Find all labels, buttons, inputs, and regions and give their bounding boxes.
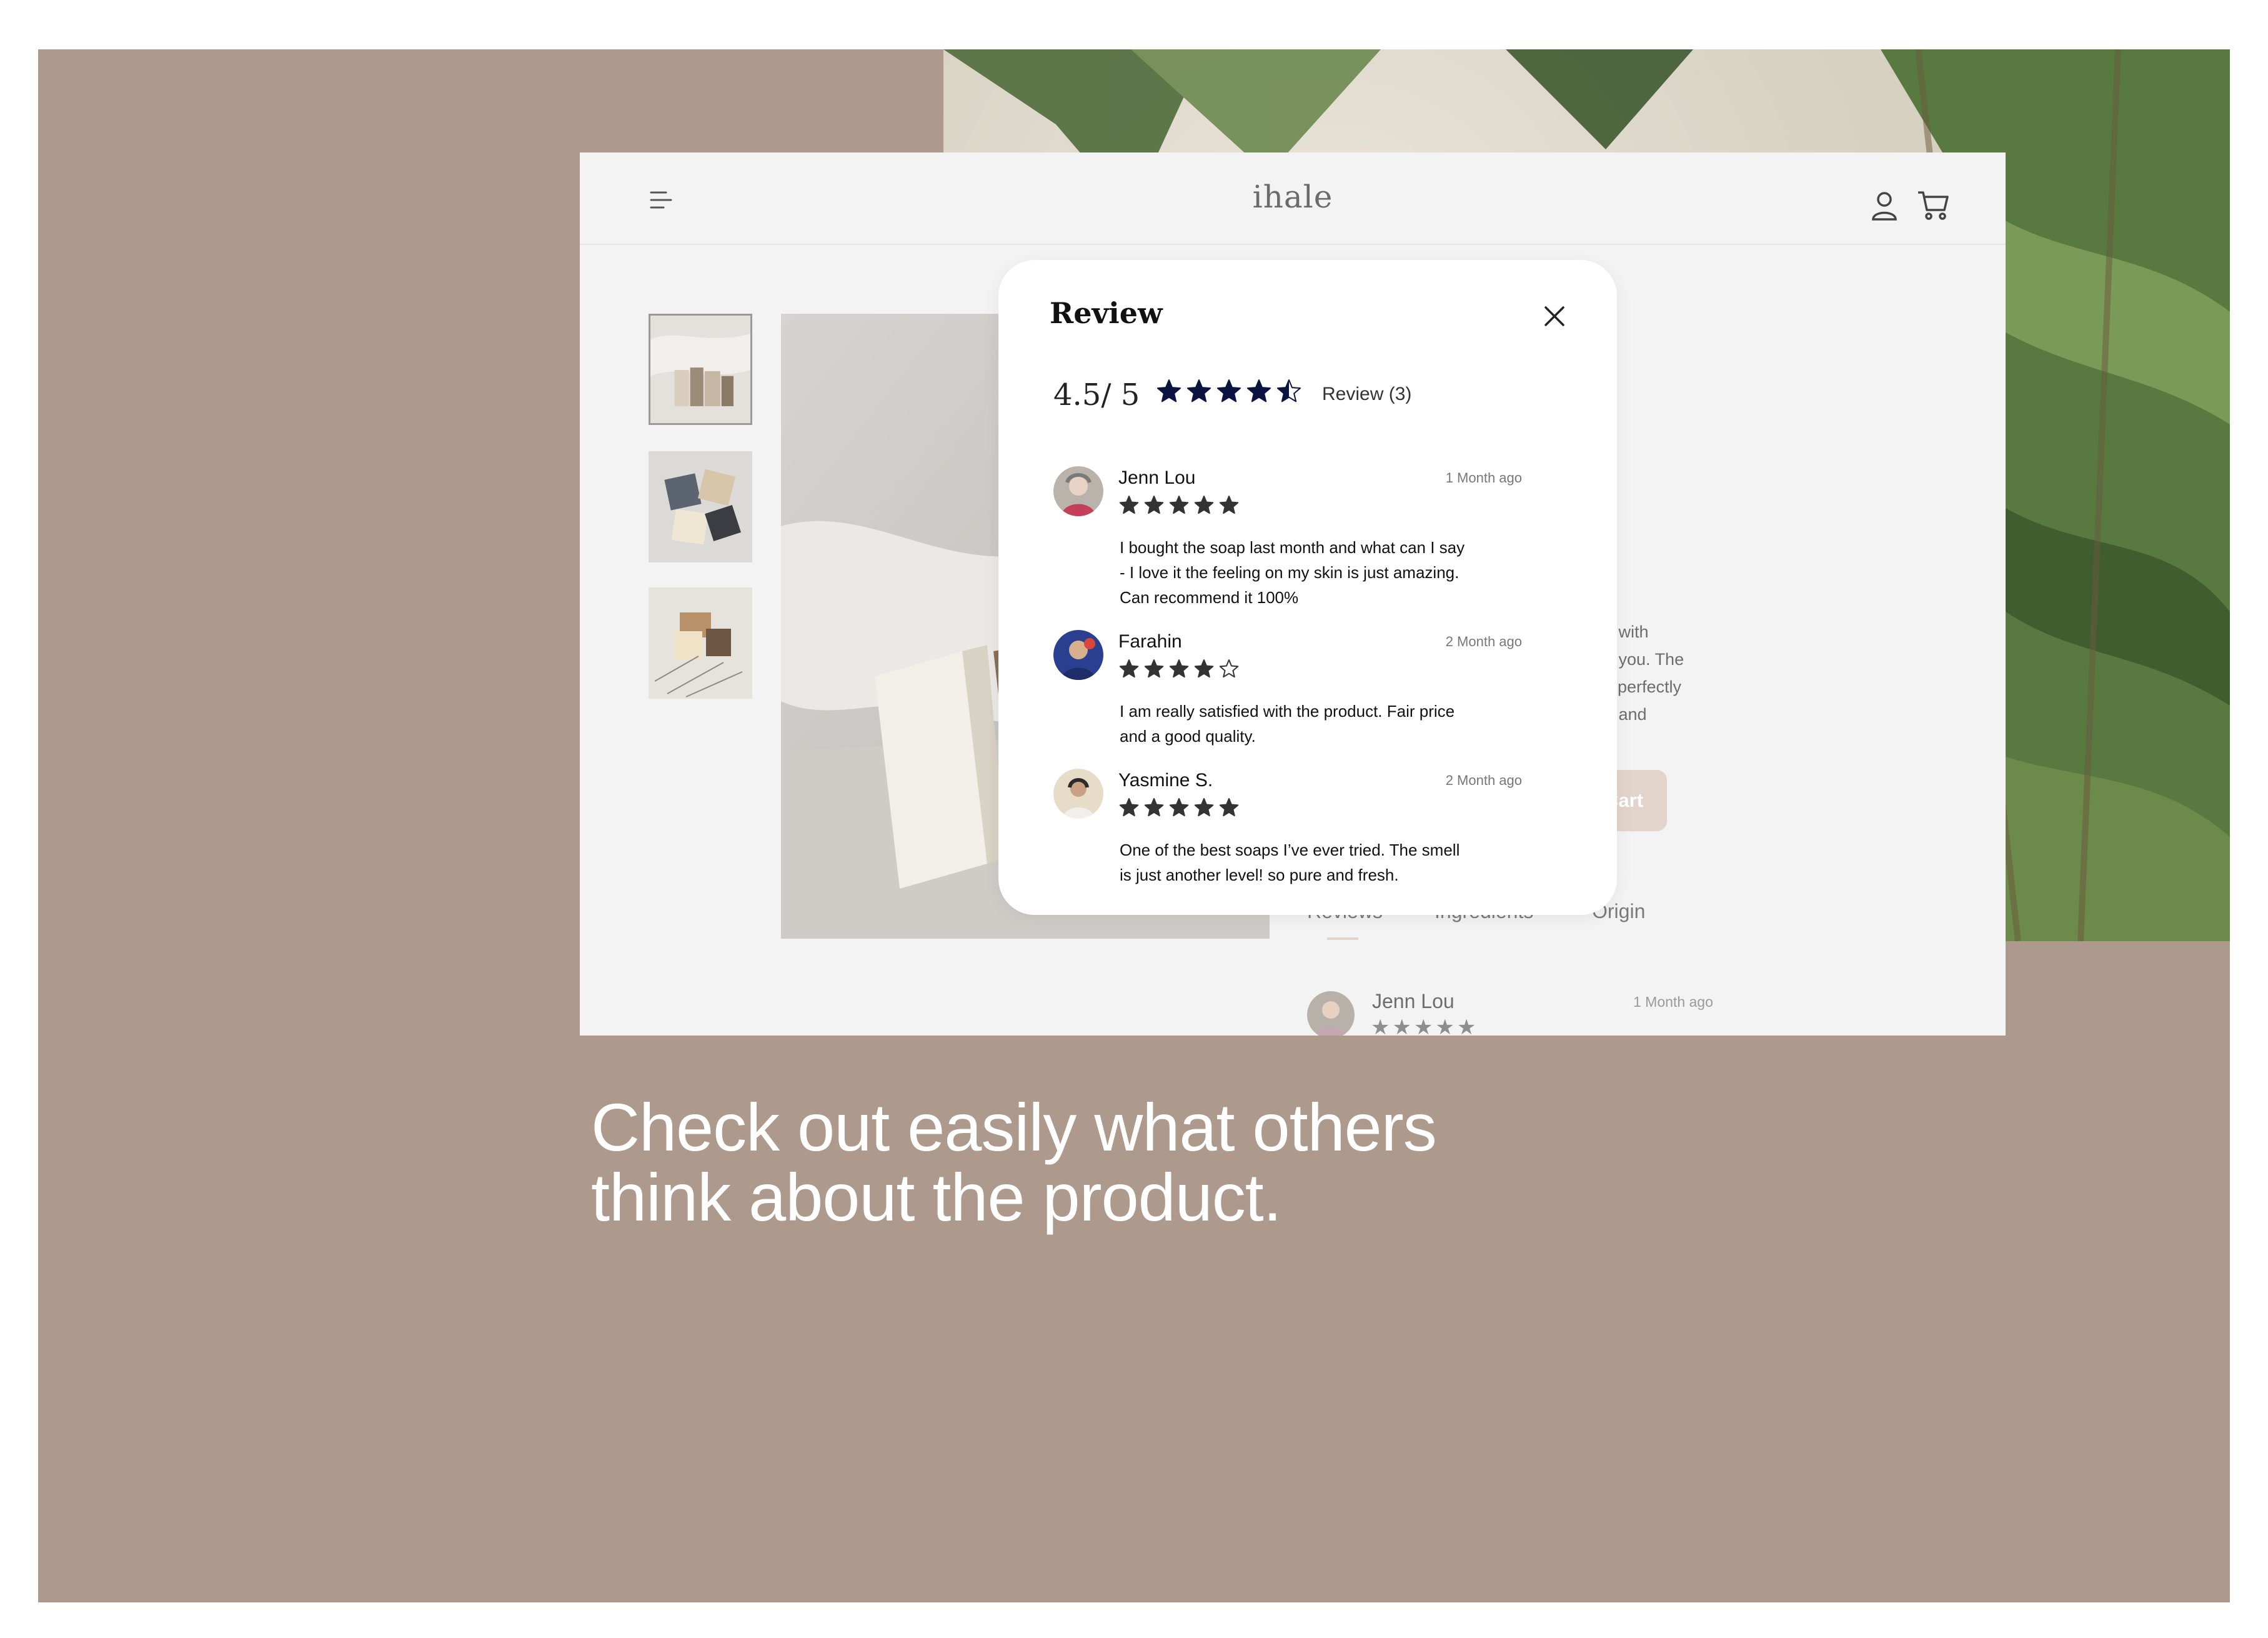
review-text: One of the best soaps I’ve ever tried. T… [1120,841,1460,884]
star-icon [1216,379,1241,402]
review-text: I bought the soap last month and what ca… [1120,538,1465,607]
review-author-name: Jenn Lou [1372,990,1455,1012]
avatar [1053,630,1103,680]
review-stars [1119,798,1239,817]
cart-icon[interactable] [1917,189,1949,221]
brand-logo[interactable]: ihale [580,179,2006,215]
top-navigation-bar: ihale [580,152,2006,245]
star-icon [1169,659,1189,678]
star-icon [1219,496,1239,514]
review-author-name: Yasmine S. [1118,770,1213,791]
average-score: 4.5/ 5 [1053,377,1140,412]
review-count[interactable]: Review (3) [1322,384,1411,405]
product-thumbnail-2[interactable] [649,451,752,562]
star-icon [1119,659,1139,678]
review-timestamp: 1 Month ago [1445,470,1522,486]
product-thumbnail-3[interactable] [649,587,752,699]
user-icon[interactable] [1871,190,1898,221]
star-icon [1119,496,1139,514]
star-icon [1144,496,1164,514]
avatar [1053,466,1103,516]
star-icon [1156,379,1181,402]
empty-star-icon [1219,659,1239,678]
star-icon [1194,496,1214,514]
marketing-headline: Check out easily what others think about… [591,1089,1437,1235]
star-icon [1246,379,1271,402]
active-tab-indicator [1327,937,1358,940]
half-star-icon [1276,379,1301,402]
star-icon [1169,798,1189,817]
star-icon [1219,798,1239,817]
review-stars [1119,659,1239,678]
avatar [1307,991,1355,1036]
avatar [1053,769,1103,819]
star-icon [1169,496,1189,514]
review-timestamp: 2 Month ago [1445,634,1522,649]
review-stars [1119,496,1239,514]
star-icon [1186,379,1211,402]
review-author-name: Farahin [1118,631,1182,652]
star-icon [1119,798,1139,817]
review-author-name: Jenn Lou [1118,467,1196,488]
review-timestamp: 2 Month ago [1445,772,1522,788]
review-modal: Review 4.5/ 5 Review (3) Jenn Lou 1 Mont… [998,260,1617,915]
average-rating-stars [1156,379,1301,402]
modal-title: Review [1050,296,1163,330]
review-text: I am really satisfied with the product. … [1120,702,1455,746]
review-timestamp: 1 Month ago [1633,994,1713,1010]
review-stars: ★★★★★ [1371,1016,1479,1036]
star-icon [1194,798,1214,817]
star-icon [1194,659,1214,678]
star-icon [1144,798,1164,817]
close-icon[interactable] [1537,299,1572,334]
product-thumbnail-1[interactable] [649,314,752,425]
star-icon [1144,659,1164,678]
